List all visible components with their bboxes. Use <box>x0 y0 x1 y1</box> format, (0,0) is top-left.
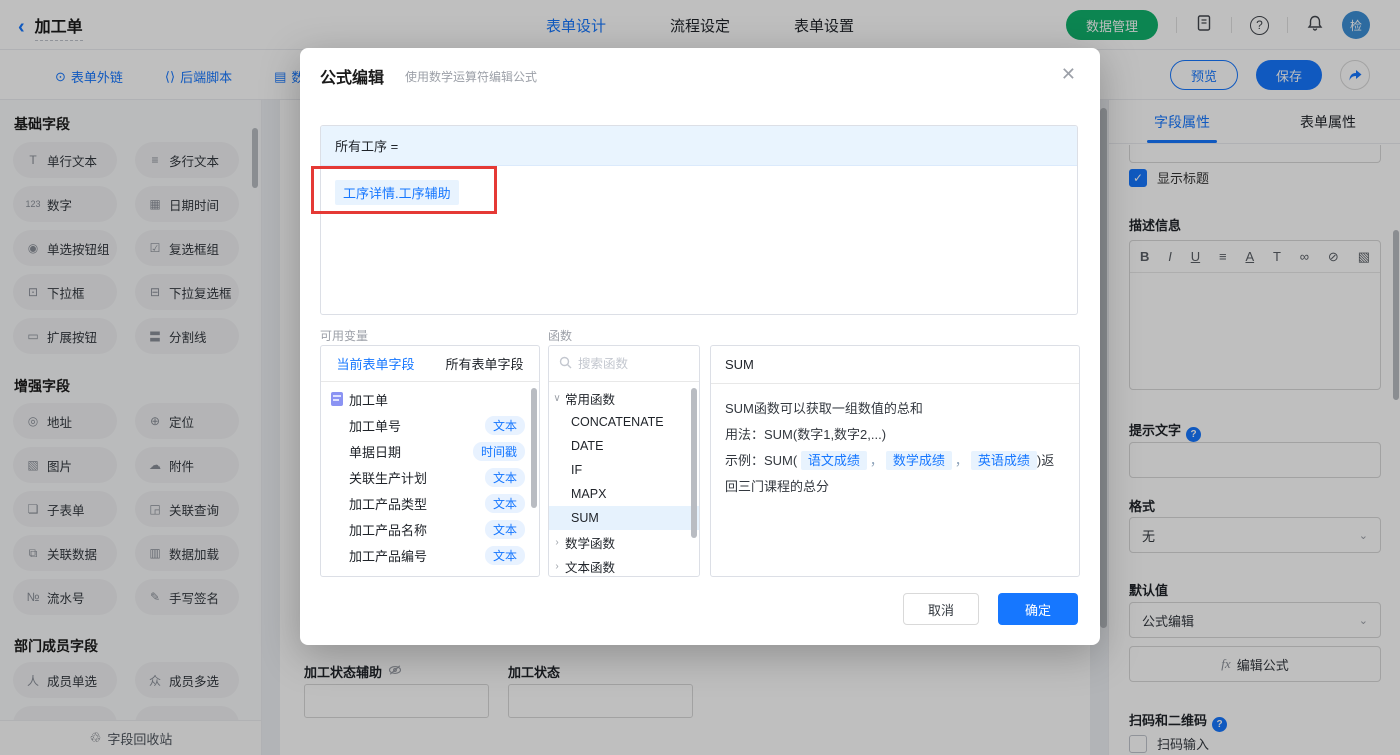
function-detail-title: SUM <box>711 346 1079 384</box>
type-badge: 文本 <box>484 519 525 539</box>
formula-editor[interactable]: 所有工序 = 工序详情.工序辅助 <box>320 125 1078 315</box>
confirm-button[interactable]: 确定 <box>998 593 1078 625</box>
function-item[interactable]: MAPX <box>549 482 699 506</box>
annotation-highlight-rectangle <box>311 166 497 214</box>
functions-scrollbar[interactable] <box>691 388 697 538</box>
search-icon <box>559 356 572 372</box>
function-item[interactable]: DATE <box>549 434 699 458</box>
type-badge: 文本 <box>484 467 525 487</box>
close-icon[interactable]: ✕ <box>1061 64 1076 85</box>
example-field-chip: 英语成绩 <box>970 451 1037 470</box>
form-doc-icon <box>331 392 343 406</box>
tree-root[interactable]: 加工单 <box>321 386 539 412</box>
type-badge: 时间戳 <box>472 441 525 461</box>
function-group-text[interactable]: › 文本函数 <box>549 554 699 576</box>
function-item[interactable]: IF <box>549 458 699 482</box>
variables-label: 可用变量 <box>320 329 369 343</box>
modal-title: 公式编辑 <box>320 70 385 87</box>
tab-current-form-fields[interactable]: 当前表单字段 <box>321 346 430 381</box>
variable-item[interactable]: 关联生产计划 文本 <box>321 464 539 490</box>
variable-item[interactable]: 加工产品编号 文本 <box>321 542 539 568</box>
modal-subtitle: 使用数学运算符编辑公式 <box>405 70 538 84</box>
function-search[interactable] <box>549 346 699 382</box>
variable-item[interactable]: 加工产品类型 文本 <box>321 490 539 516</box>
example-field-chip: 语文成绩 <box>800 451 867 470</box>
variable-item[interactable]: 加工产品名称 文本 <box>321 516 539 542</box>
tab-all-form-fields[interactable]: 所有表单字段 <box>430 346 539 381</box>
variables-scrollbar[interactable] <box>531 388 537 508</box>
function-group-math[interactable]: › 数学函数 <box>549 530 699 554</box>
functions-box: ∨常用函数 CONCATENATE DATE IF MAPX SUM ›数学函数… <box>548 345 700 577</box>
function-item-selected[interactable]: SUM <box>549 506 699 530</box>
formula-target: 所有工序 = <box>321 126 1077 166</box>
function-group-common[interactable]: ∨ 常用函数 <box>549 386 699 410</box>
function-description: SUM函数可以获取一组数值的总和 <box>725 401 923 416</box>
type-badge: 文本 <box>484 415 525 435</box>
variable-item[interactable] <box>321 568 539 576</box>
cancel-button[interactable]: 取消 <box>903 593 979 625</box>
function-usage: 用法：SUM(数字1,数字2,...) <box>725 427 887 442</box>
formula-edit-modal: 公式编辑 使用数学运算符编辑公式 ✕ 所有工序 = 工序详情.工序辅助 可用变量… <box>300 48 1100 645</box>
type-badge: 文本 <box>484 493 525 513</box>
type-badge: 文本 <box>484 545 525 565</box>
variable-item[interactable]: 加工单号 文本 <box>321 412 539 438</box>
function-item[interactable]: CONCATENATE <box>549 410 699 434</box>
example-field-chip: 数学成绩 <box>885 451 952 470</box>
function-search-input[interactable] <box>578 356 674 371</box>
functions-label: 函数 <box>548 329 573 343</box>
function-example: 示例：SUM( 语文成绩，数学成绩，英语成绩)返回三门课程的总分 <box>725 451 1055 494</box>
variable-item[interactable]: 单据日期 时间戳 <box>321 438 539 464</box>
function-detail: SUM SUM函数可以获取一组数值的总和 用法：SUM(数字1,数字2,...)… <box>710 345 1080 577</box>
variables-box: 当前表单字段 所有表单字段 加工单 加工单号 文本 单据日期 时间戳 关联生产计划文… <box>320 345 540 577</box>
